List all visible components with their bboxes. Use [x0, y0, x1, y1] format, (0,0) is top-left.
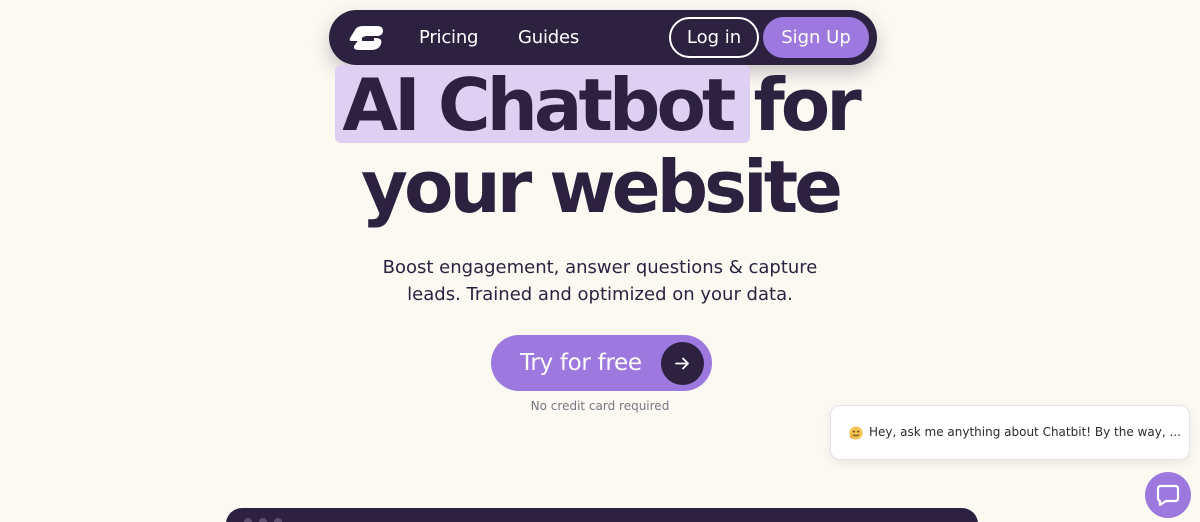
- landing-page: Pricing Guides Log in Sign Up AI Chatbot…: [0, 0, 1200, 522]
- try-for-free-button[interactable]: Try for free: [491, 335, 712, 391]
- nav-link-pricing[interactable]: Pricing: [419, 10, 478, 65]
- signup-button[interactable]: Sign Up: [763, 17, 869, 58]
- headline-line-2: your website: [361, 145, 843, 229]
- window-dot-icon: [274, 518, 282, 522]
- headline-for-text: for: [753, 63, 861, 147]
- headline-line-1: AI Chatbot for: [0, 62, 1200, 148]
- waving-face-emoji-icon: [849, 425, 863, 440]
- top-nav: Pricing Guides Log in Sign Up: [329, 10, 877, 65]
- hero-subtitle-line-2: leads. Trained and optimized on your dat…: [407, 284, 793, 305]
- app-preview-window: [226, 508, 978, 522]
- hero-subtitle-line-1: Boost engagement, answer questions & cap…: [382, 257, 818, 278]
- window-dot-icon: [259, 518, 267, 522]
- login-button[interactable]: Log in: [669, 17, 759, 58]
- window-dot-icon: [244, 518, 252, 522]
- chat-greeting-bubble[interactable]: Hey, ask me anything about Chatbit! By t…: [830, 405, 1190, 460]
- nav-link-guides[interactable]: Guides: [518, 10, 579, 65]
- chat-bubble-icon: [1156, 484, 1180, 507]
- headline-highlight-text: AI Chatbot: [342, 63, 736, 147]
- chat-greeting-text: Hey, ask me anything about Chatbit! By t…: [869, 425, 1181, 439]
- cta-label: Try for free: [520, 350, 642, 376]
- chatbit-logo-icon[interactable]: [347, 24, 387, 52]
- chat-launcher-button[interactable]: [1145, 472, 1191, 518]
- arrow-right-icon: [661, 342, 704, 385]
